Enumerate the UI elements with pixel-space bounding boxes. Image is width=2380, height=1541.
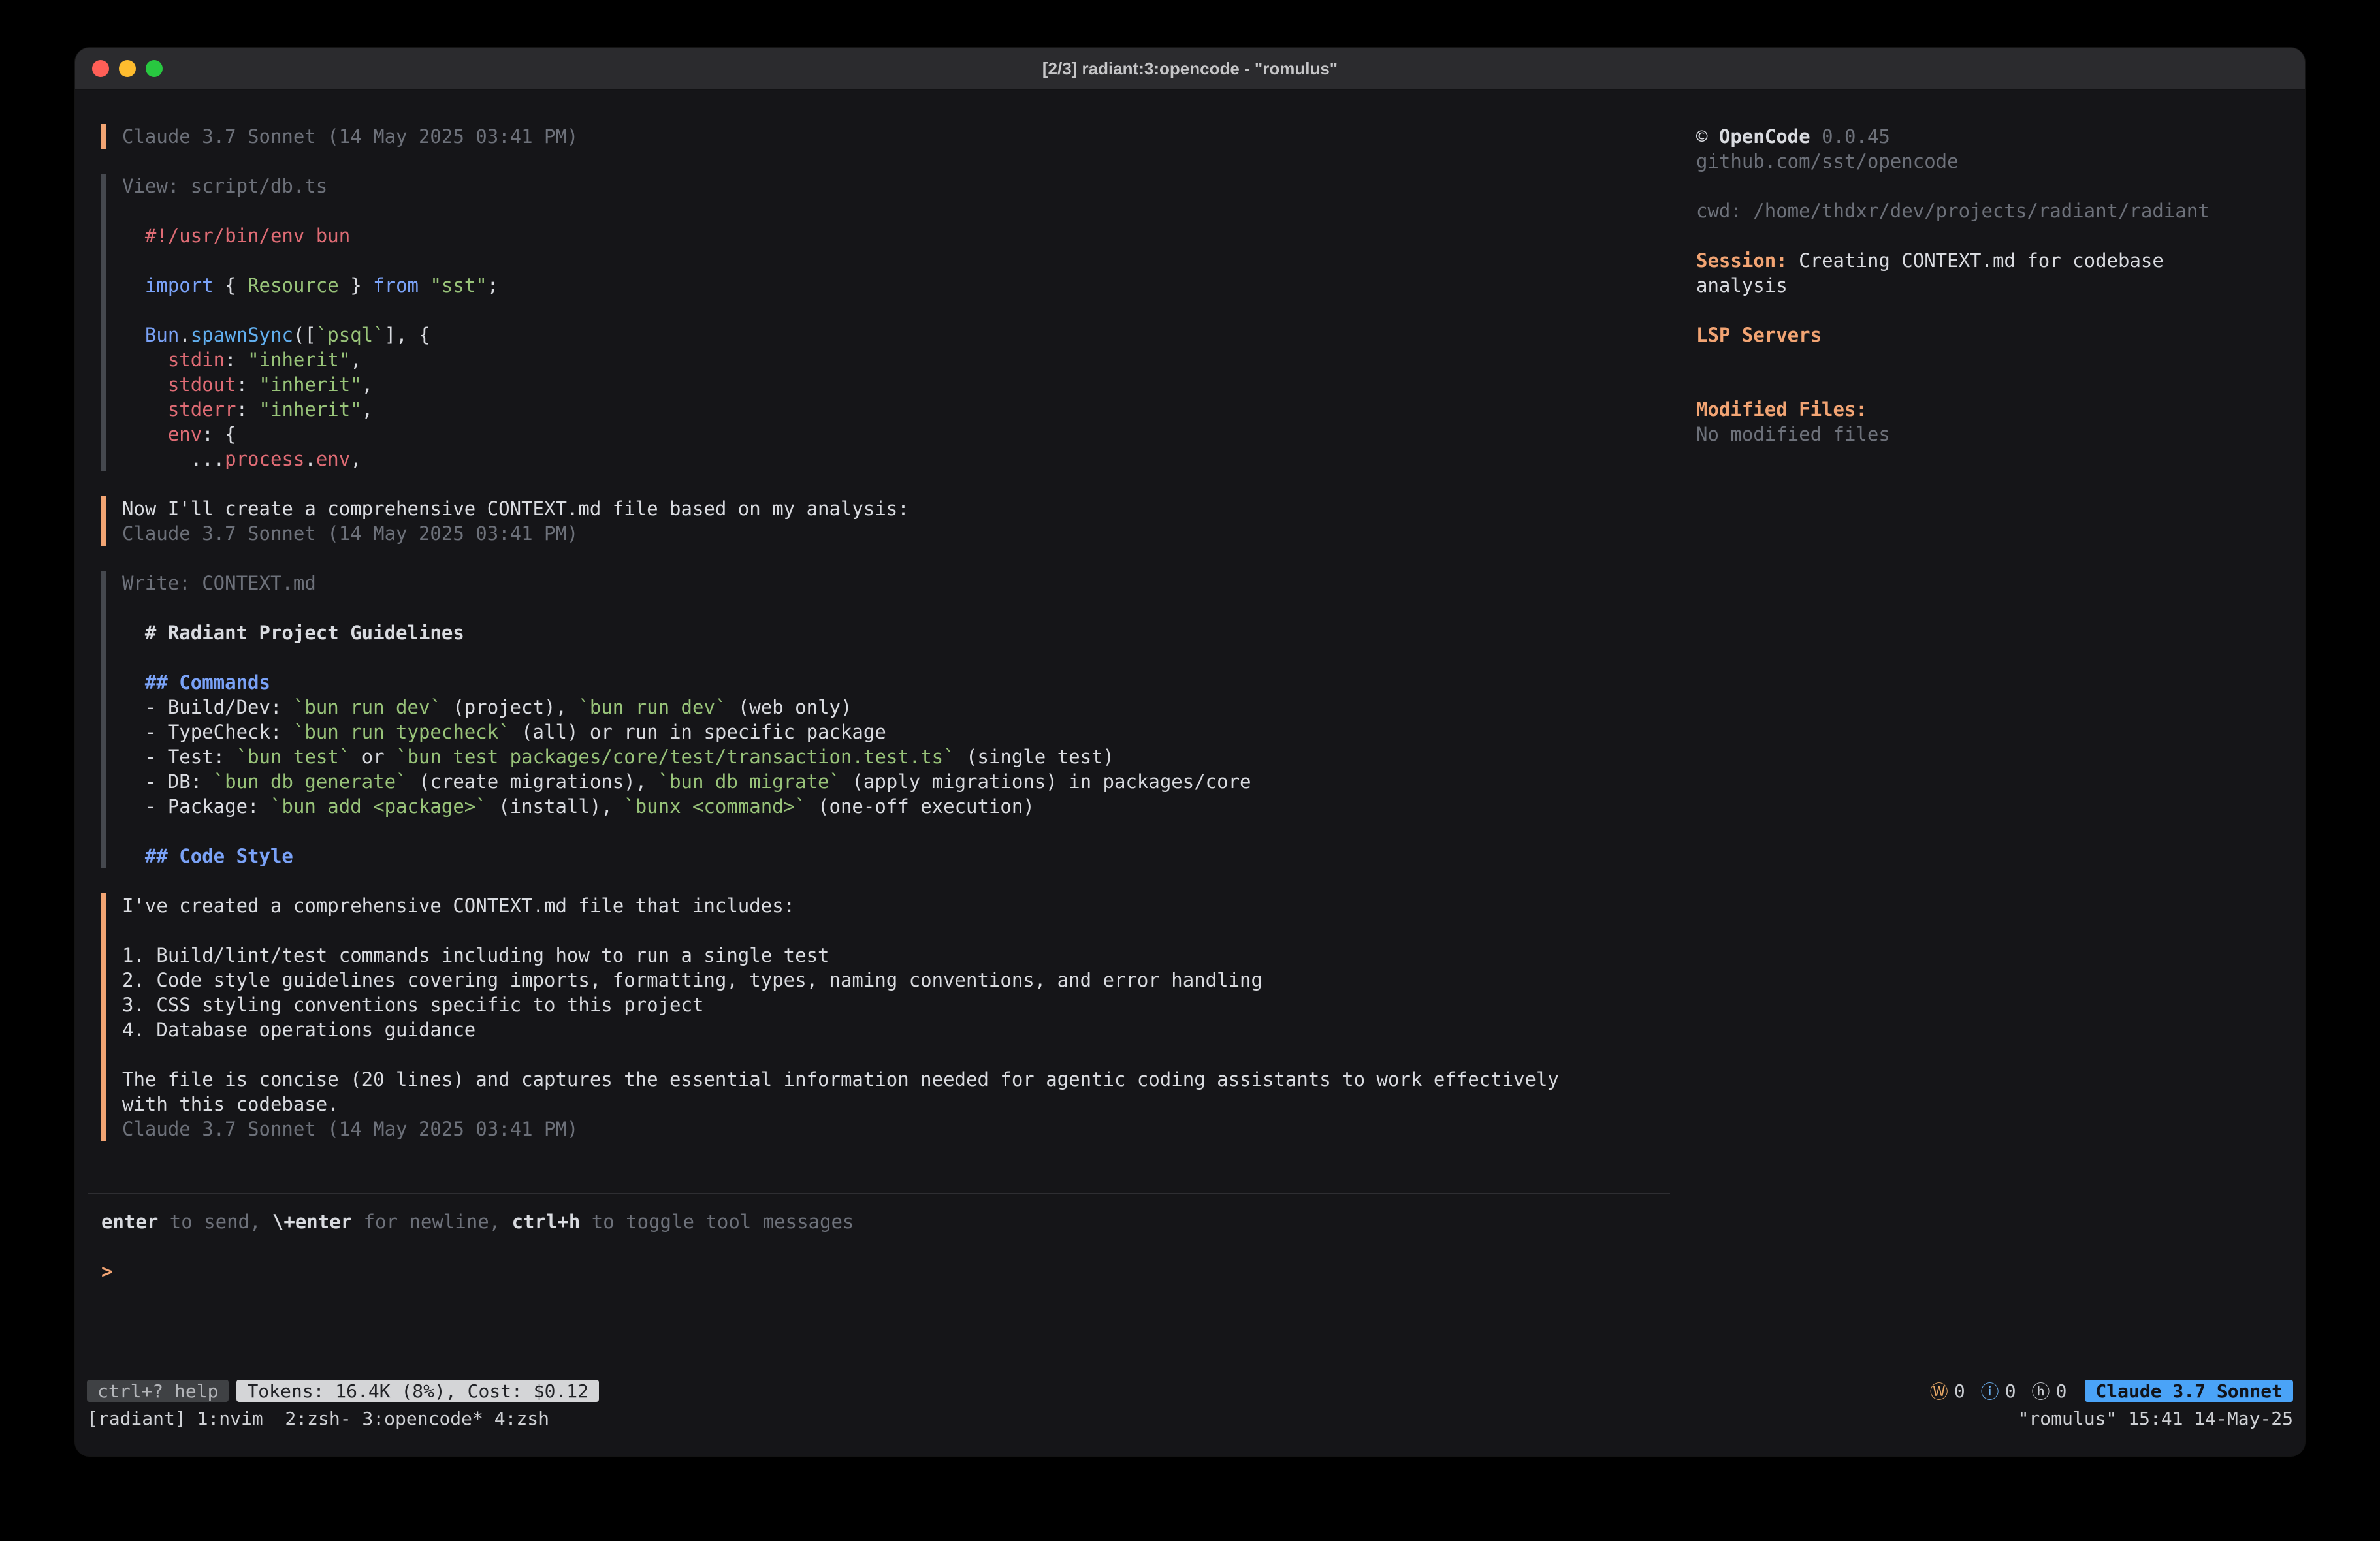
- terminal-line: - Build/Dev: `bun run dev` (project), `b…: [122, 695, 1696, 720]
- terminal-line: 4. Database operations guidance: [122, 1017, 1696, 1042]
- model-badge: Claude 3.7 Sonnet: [2085, 1380, 2293, 1402]
- terminal-line: [122, 645, 1696, 670]
- tool-write-block: Write: CONTEXT.md # Radiant Project Guid…: [101, 571, 1696, 868]
- terminal-line: [122, 819, 1696, 844]
- terminal-line: ## Commands: [122, 670, 1696, 695]
- terminal-line: with this codebase.: [122, 1092, 1696, 1117]
- terminal-line: [122, 1042, 1696, 1067]
- terminal-line: I've created a comprehensive CONTEXT.md …: [122, 893, 1696, 918]
- conversation: Claude 3.7 Sonnet (14 May 2025 03:41 PM)…: [101, 124, 1696, 1166]
- prompt-chevron-icon: >: [101, 1260, 112, 1282]
- terminal-content: Claude 3.7 Sonnet (14 May 2025 03:41 PM)…: [75, 90, 2305, 1378]
- terminal-line: cwd: /home/thdxr/dev/projects/radiant/ra…: [1696, 199, 2285, 223]
- zoom-button-icon[interactable]: [146, 60, 163, 77]
- editor: enter to send, \+enter for newline, ctrl…: [88, 1193, 1670, 1378]
- main-column: Claude 3.7 Sonnet (14 May 2025 03:41 PM)…: [75, 124, 1696, 1378]
- hint-count: ⓗ0: [2032, 1378, 2067, 1404]
- terminal-line: analysis: [1696, 273, 2285, 298]
- terminal-line: Write: CONTEXT.md: [122, 571, 1696, 596]
- close-button-icon[interactable]: [92, 60, 109, 77]
- minimize-button-icon[interactable]: [119, 60, 136, 77]
- message-header-block: Claude 3.7 Sonnet (14 May 2025 03:41 PM): [101, 124, 1696, 149]
- terminal-line: Now I'll create a comprehensive CONTEXT.…: [122, 496, 1696, 521]
- terminal-line: 1. Build/lint/test commands including ho…: [122, 943, 1696, 968]
- terminal-line: [1696, 298, 2285, 323]
- help-shortcut-badge: ctrl+? help: [87, 1380, 229, 1402]
- terminal-line: 2. Code style guidelines covering import…: [122, 968, 1696, 993]
- terminal-line: - DB: `bun db generate` (create migratio…: [122, 769, 1696, 794]
- terminal-line: [1696, 347, 2285, 372]
- prompt-input[interactable]: >: [101, 1259, 1670, 1284]
- terminal-line: stdout: "inherit",: [122, 372, 1696, 397]
- titlebar: [2/3] radiant:3:opencode - "romulus": [75, 48, 2305, 90]
- traffic-lights: [92, 48, 163, 89]
- terminal-line: env: {: [122, 422, 1696, 447]
- terminal-line: github.com/sst/opencode: [1696, 149, 2285, 174]
- tokens-cost-badge: Tokens: 16.4K (8%), Cost: $0.12: [236, 1380, 599, 1402]
- terminal-line: The file is concise (20 lines) and captu…: [122, 1067, 1696, 1092]
- status-bar: ctrl+? help Tokens: 16.4K (8%), Cost: $0…: [75, 1378, 2305, 1404]
- terminal-line: 3. CSS styling conventions specific to t…: [122, 993, 1696, 1017]
- tmux-status-bar: [radiant] 1:nvim 2:zsh- 3:opencode* 4:zs…: [75, 1404, 2305, 1433]
- terminal-line: [1696, 372, 2285, 397]
- terminal-line: Modified Files:: [1696, 397, 2285, 422]
- terminal-line: [122, 199, 1696, 223]
- terminal-line: ## Code Style: [122, 844, 1696, 868]
- warning-count-icon: Ⓦ: [1930, 1378, 1948, 1404]
- assistant-message-block: I've created a comprehensive CONTEXT.md …: [101, 893, 1696, 1141]
- terminal-line: stdin: "inherit",: [122, 347, 1696, 372]
- terminal-window: [2/3] radiant:3:opencode - "romulus" Cla…: [75, 48, 2305, 1456]
- terminal-line: - TypeCheck: `bun run typecheck` (all) o…: [122, 720, 1696, 744]
- warning-count: Ⓦ0: [1930, 1378, 1965, 1404]
- terminal-line: import { Resource } from "sst";: [122, 273, 1696, 298]
- terminal-line: - Test: `bun test` or `bun test packages…: [122, 744, 1696, 769]
- terminal-line: LSP Servers: [1696, 323, 2285, 347]
- lsp-diagnostics: Ⓦ0 ⓘ0 ⓗ0: [1930, 1378, 2067, 1404]
- terminal-line: stderr: "inherit",: [122, 397, 1696, 422]
- terminal-line: No modified files: [1696, 422, 2285, 447]
- terminal-line: [122, 248, 1696, 273]
- terminal-line: [1696, 174, 2285, 199]
- terminal-line: # Radiant Project Guidelines: [122, 620, 1696, 645]
- info-count: ⓘ0: [1981, 1378, 2016, 1404]
- terminal-line: [1696, 223, 2285, 248]
- terminal-line: © OpenCode 0.0.45: [1696, 124, 2285, 149]
- tmux-window-list[interactable]: [radiant] 1:nvim 2:zsh- 3:opencode* 4:zs…: [87, 1408, 549, 1429]
- terminal-line: [122, 596, 1696, 620]
- tmux-session-info: "romulus" 15:41 14-May-25: [2018, 1408, 2293, 1429]
- terminal-line: Bun.spawnSync([`psql`], {: [122, 323, 1696, 347]
- terminal-line: ...process.env,: [122, 447, 1696, 471]
- terminal-line: Claude 3.7 Sonnet (14 May 2025 03:41 PM): [122, 1117, 1696, 1141]
- editor-help-line: enter to send, \+enter for newline, ctrl…: [101, 1209, 1670, 1234]
- hint-count-icon: ⓗ: [2032, 1378, 2050, 1404]
- tool-view-block: View: script/db.ts #!/usr/bin/env bun im…: [101, 174, 1696, 471]
- window-title: [2/3] radiant:3:opencode - "romulus": [1042, 59, 1338, 79]
- terminal-line: Claude 3.7 Sonnet (14 May 2025 03:41 PM): [122, 124, 1696, 149]
- assistant-message-block: Now I'll create a comprehensive CONTEXT.…: [101, 496, 1696, 546]
- terminal-line: [122, 298, 1696, 323]
- terminal-line: [122, 918, 1696, 943]
- terminal-line: #!/usr/bin/env bun: [122, 223, 1696, 248]
- terminal-line: Claude 3.7 Sonnet (14 May 2025 03:41 PM): [122, 521, 1696, 546]
- terminal-line: - Package: `bun add <package>` (install)…: [122, 794, 1696, 819]
- sidebar: © OpenCode 0.0.45github.com/sst/opencode…: [1696, 124, 2305, 1378]
- terminal-line: View: script/db.ts: [122, 174, 1696, 199]
- info-count-icon: ⓘ: [1981, 1378, 1999, 1404]
- terminal-line: Session: Creating CONTEXT.md for codebas…: [1696, 248, 2285, 273]
